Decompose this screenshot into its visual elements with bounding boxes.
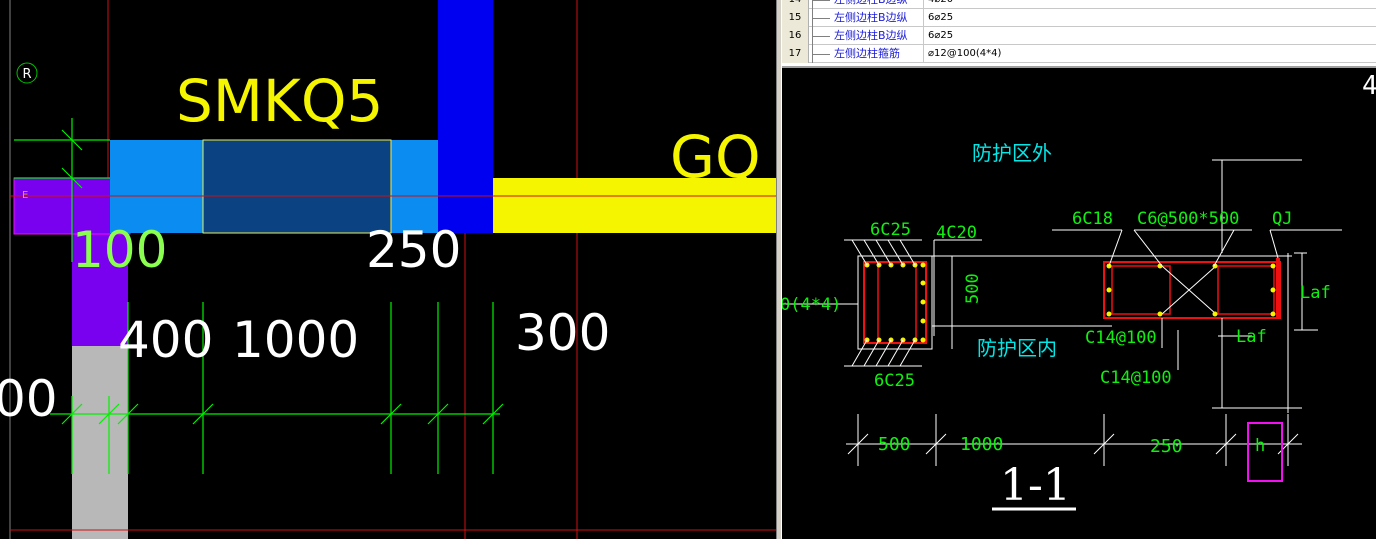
corner-partial: 4 (1362, 71, 1376, 101)
axis-bubble-label: R (22, 67, 31, 82)
wall-leader-lines (1052, 159, 1342, 413)
marker-e: E (22, 190, 28, 201)
param-value[interactable]: 6⌀25 (928, 27, 953, 45)
row-number: 15 (782, 9, 809, 27)
bottom-dimension-lines (846, 414, 1302, 466)
wall-label-gq[interactable]: GQ (670, 123, 761, 191)
label-qj: QJ (1272, 209, 1292, 229)
wall-inner-stirrup-a (1111, 265, 1171, 315)
dim-text-400: 400 (118, 311, 213, 369)
wall-rebar-dots (1106, 263, 1276, 317)
dim-label-500: 500 (878, 434, 911, 455)
rebar-label-6c25-top: 6C25 (870, 220, 911, 240)
wall-label-smkq5[interactable]: SMKQ5 (176, 67, 383, 135)
param-name: 左侧边柱箍筋 (834, 47, 900, 60)
table-row[interactable]: 15 左侧边柱B边纵 6⌀25 (782, 9, 1376, 27)
rebar-label-4c20: 4C20 (936, 223, 977, 243)
dim-text-250: 250 (366, 221, 461, 279)
param-name: 左侧边柱B边纵 (834, 11, 908, 24)
blue-column[interactable] (438, 0, 493, 233)
laf-label-right: Laf (1300, 283, 1331, 303)
rebar-label-c14-a: C14@100 (1085, 328, 1157, 348)
table-row[interactable]: 17 左侧边柱箍筋 ⌀12@100(4*4) (782, 45, 1376, 63)
rebar-label-c6: C6@500*500 (1137, 209, 1239, 229)
table-row[interactable]: 16 左侧边柱B边纵 6⌀25 (782, 27, 1376, 45)
navy-opening-block[interactable] (202, 139, 392, 234)
gray-column[interactable] (72, 346, 128, 539)
table-row[interactable]: 14 左侧边柱B边纵 4⌀20 (782, 0, 1376, 9)
param-value[interactable]: 4⌀20 (928, 0, 953, 9)
dim-text-1000: 1000 (232, 311, 359, 369)
rebar-label-6c18: 6C18 (1072, 209, 1113, 229)
label-outside-zone: 防护区外 (972, 141, 1052, 165)
stirrup-label: 0(4*4) (782, 295, 841, 315)
qj-plate (1276, 258, 1280, 318)
row-number: 14 (782, 0, 809, 9)
row-number: 17 (782, 45, 809, 63)
dim-text-300: 300 (515, 304, 610, 362)
dim-label-250: 250 (1150, 436, 1183, 457)
param-name: 左侧边柱B边纵 (834, 0, 908, 9)
plan-drawing: R E SMKQ5 GQ 100 250 400 1000 300 00 (0, 0, 776, 539)
rebar-label-c14-b: C14@100 (1100, 368, 1172, 388)
dim-text-partial: 00 (0, 370, 58, 428)
dim-label-1000: 1000 (960, 434, 1003, 455)
section-title: 1-1 (1000, 460, 1071, 511)
wall-inner-stirrup-b (1217, 265, 1275, 315)
label-inside-zone: 防护区内 (977, 336, 1057, 360)
param-value[interactable]: ⌀12@100(4*4) (928, 45, 1001, 63)
laf-label-bottom: Laf (1236, 327, 1267, 347)
row-number: 16 (782, 27, 809, 45)
dim-text-100: 100 (72, 221, 167, 279)
plan-view-canvas[interactable]: R E SMKQ5 GQ 100 250 400 1000 300 00 (0, 0, 776, 539)
wall-stirrup (1103, 261, 1281, 319)
rebar-label-6c25-bottom: 6C25 (874, 371, 915, 391)
parameter-table[interactable]: 14 左侧边柱B边纵 4⌀20 15 左侧边柱B边纵 6⌀25 16 左侧边柱B… (782, 0, 1376, 68)
param-value[interactable]: 6⌀25 (928, 9, 953, 27)
column-inner-stirrup (877, 261, 917, 344)
section-detail-drawing[interactable]: 4 防护区外 防护区内 6C25 6C25 4C20 500 0(4*4) 6C… (782, 68, 1376, 539)
detail-pane: 14 左侧边柱B边纵 4⌀20 15 左侧边柱B边纵 6⌀25 16 左侧边柱B… (782, 0, 1376, 539)
dim-label-500-vertical: 500 (963, 273, 983, 304)
dim-label-h: h (1255, 436, 1265, 456)
param-name: 左侧边柱B边纵 (834, 29, 908, 42)
